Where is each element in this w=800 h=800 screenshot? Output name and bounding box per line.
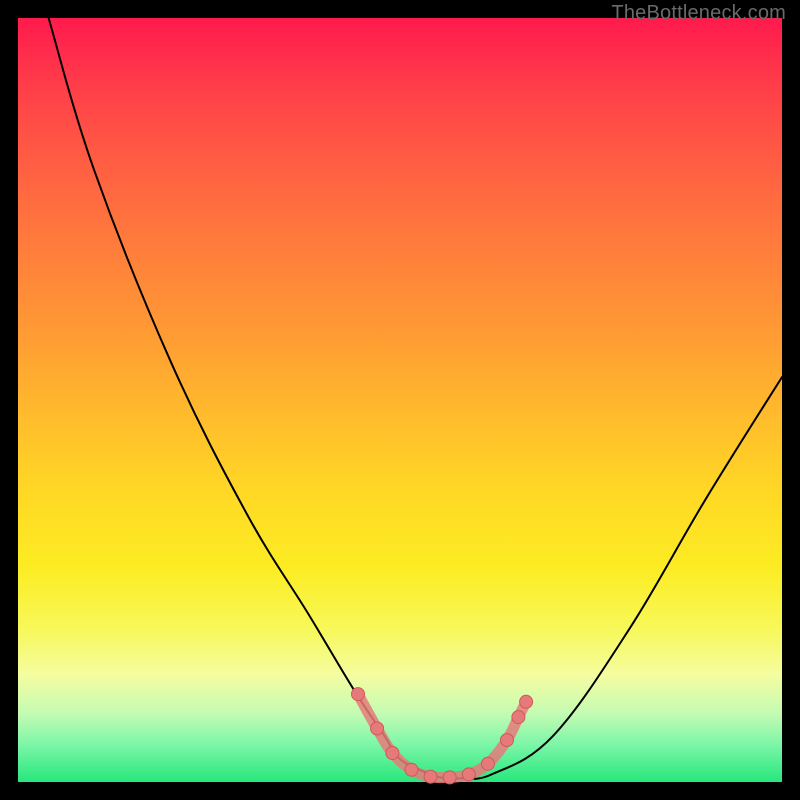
marker-dot: [352, 688, 365, 701]
marker-dot: [512, 711, 525, 724]
marker-dot: [386, 747, 399, 760]
marker-dot: [371, 722, 384, 735]
marker-dot: [501, 734, 514, 747]
bottleneck-curve-svg: [18, 18, 782, 782]
bottleneck-curve-path: [49, 18, 782, 779]
marker-dot: [481, 757, 494, 770]
marker-dot: [443, 771, 456, 784]
chart-frame: TheBottleneck.com: [0, 0, 800, 800]
marker-dot: [520, 695, 533, 708]
marker-track: [358, 694, 526, 778]
plot-area: [18, 18, 782, 782]
marker-dot: [462, 768, 475, 781]
watermark-text: TheBottleneck.com: [611, 2, 786, 25]
marker-dot: [405, 763, 418, 776]
marker-dot: [424, 770, 437, 783]
